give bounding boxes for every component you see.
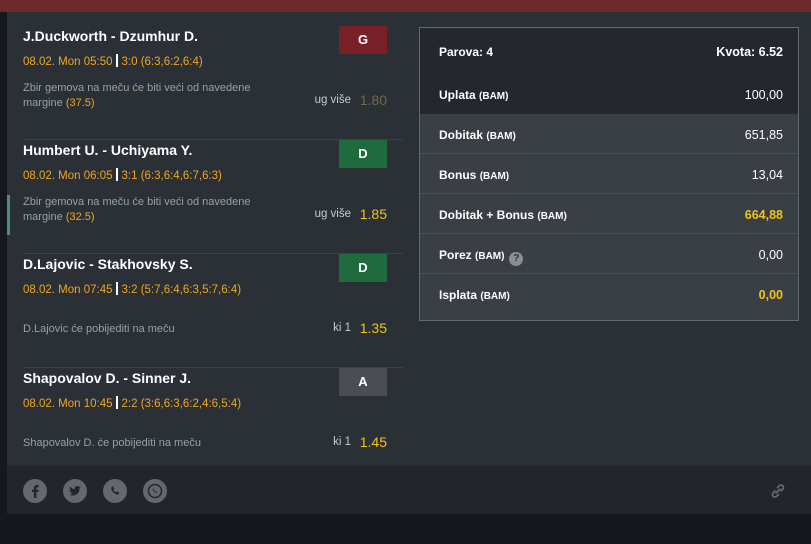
link-icon[interactable]: [767, 480, 789, 502]
payout-label: Isplata (BAM): [439, 288, 510, 302]
bet-description-text: Zbir gemova na meču će biti veći od nave…: [23, 82, 251, 109]
divider: [115, 396, 118, 409]
match-datetime: 08.02. Mon 10:45: [23, 398, 113, 410]
match-item: Humbert U. - Uchiyama Y. D 08.02. Mon 06…: [23, 140, 403, 254]
divider: [115, 168, 118, 181]
payout-row: Isplata (BAM) 0,00: [420, 274, 798, 314]
payout-value: 0,00: [758, 288, 783, 302]
winnings-value: 651,85: [744, 128, 783, 142]
match-info: 08.02. Mon 07:45 3:2 (5:7,6:4,6:3,5:7,6:4…: [23, 282, 241, 296]
status-badge: A: [339, 368, 387, 396]
match-item: Shapovalov D. - Sinner J. A 08.02. Mon 1…: [23, 368, 403, 482]
status-badge: G: [339, 26, 387, 54]
stake-row: Uplata (BAM) 100,00: [420, 74, 798, 114]
status-badge: D: [339, 140, 387, 168]
bet-type: ki 1: [333, 322, 351, 334]
whatsapp-icon[interactable]: [143, 479, 167, 503]
bet-type: ug više: [314, 208, 351, 220]
stake-value: 100,00: [744, 88, 783, 102]
winnings-label: Dobitak (BAM): [439, 128, 516, 142]
bet-margin: (32.5): [65, 211, 95, 223]
match-info: 08.02. Mon 10:45 2:2 (3:6,6:3,6:2,4:6,5:4…: [23, 396, 241, 410]
winnings-bonus-row: Dobitak + Bonus (BAM) 664,88: [420, 194, 798, 234]
match-result: 3:0 (6:3,6:2,6:4): [121, 56, 203, 68]
match-result: 2:2 (3:6,6:3,6:2,4:6,5:4): [121, 398, 242, 410]
total-odds: Kvota: 6.52: [716, 45, 783, 59]
bonus-value: 13,04: [751, 168, 783, 182]
match-info: 08.02. Mon 06:05 3:1 (6:3,6:4,6:7,6:3): [23, 168, 222, 182]
match-title[interactable]: Humbert U. - Uchiyama Y.: [23, 142, 192, 158]
stake-label: Uplata (BAM): [439, 88, 509, 102]
summary-header-row: Parova: 4 Kvota: 6.52: [420, 28, 798, 74]
tax-label: Porez (BAM)?: [439, 248, 524, 266]
divider: [115, 282, 118, 295]
bet-odd: 1.80: [359, 92, 387, 108]
bet-description: Shapovalov D. će pobijediti na meču: [23, 436, 293, 451]
top-bar: [0, 0, 811, 12]
match-item: J.Duckworth - Dzumhur D. G 08.02. Mon 05…: [23, 26, 403, 140]
bet-description-text: Zbir gemova na meču će biti veći od nave…: [23, 196, 251, 223]
winnings-row: Dobitak (BAM) 651,85: [420, 114, 798, 154]
bet-description: D.Lajovic će pobijediti na meču: [23, 322, 293, 337]
bet-description: Zbir gemova na meču će biti veći od nave…: [23, 195, 293, 225]
viber-icon[interactable]: [103, 479, 127, 503]
status-badge: D: [339, 254, 387, 282]
match-title[interactable]: Shapovalov D. - Sinner J.: [23, 370, 191, 386]
ticket-panel: J.Duckworth - Dzumhur D. G 08.02. Mon 05…: [7, 12, 811, 514]
bet-odd: 1.85: [359, 206, 387, 222]
twitter-icon[interactable]: [63, 479, 87, 503]
bet-type: ug više: [314, 94, 351, 106]
winnings-bonus-label: Dobitak + Bonus (BAM): [439, 208, 567, 222]
match-list: J.Duckworth - Dzumhur D. G 08.02. Mon 05…: [23, 26, 403, 482]
match-title[interactable]: D.Lajovic - Stakhovsky S.: [23, 256, 193, 272]
match-title[interactable]: J.Duckworth - Dzumhur D.: [23, 28, 198, 44]
bet-description: Zbir gemova na meču će biti veći od nave…: [23, 81, 293, 111]
bonus-row: Bonus (BAM) 13,04: [420, 154, 798, 194]
match-datetime: 08.02. Mon 07:45: [23, 284, 113, 296]
bet-odd: 1.45: [359, 434, 387, 450]
bet-description-text: D.Lajovic će pobijediti na meču: [23, 323, 175, 335]
tax-row: Porez (BAM)? 0,00: [420, 234, 798, 274]
match-info: 08.02. Mon 05:50 3:0 (6:3,6:2,6:4): [23, 54, 203, 68]
left-accent: [7, 195, 10, 235]
match-result: 3:1 (6:3,6:4,6:7,6:3): [121, 170, 222, 182]
match-datetime: 08.02. Mon 05:50: [23, 56, 113, 68]
facebook-icon[interactable]: [23, 479, 47, 503]
match-result: 3:2 (5:7,6:4,6:3,5:7,6:4): [121, 284, 242, 296]
bet-odd: 1.35: [359, 320, 387, 336]
ticket-summary: Parova: 4 Kvota: 6.52 Uplata (BAM) 100,0…: [419, 27, 799, 321]
help-icon[interactable]: ?: [509, 252, 524, 266]
pairs-count: Parova: 4: [439, 45, 494, 59]
bet-type: ki 1: [333, 436, 351, 448]
bet-description-text: Shapovalov D. će pobijediti na meču: [23, 437, 201, 449]
bonus-label: Bonus (BAM): [439, 168, 510, 182]
bet-margin: (37.5): [65, 97, 95, 109]
match-item: D.Lajovic - Stakhovsky S. D 08.02. Mon 0…: [23, 254, 403, 368]
divider: [115, 54, 118, 67]
match-datetime: 08.02. Mon 06:05: [23, 170, 113, 182]
winnings-bonus-value: 664,88: [744, 208, 783, 222]
share-footer: [7, 466, 811, 514]
tax-value: 0,00: [758, 248, 783, 262]
